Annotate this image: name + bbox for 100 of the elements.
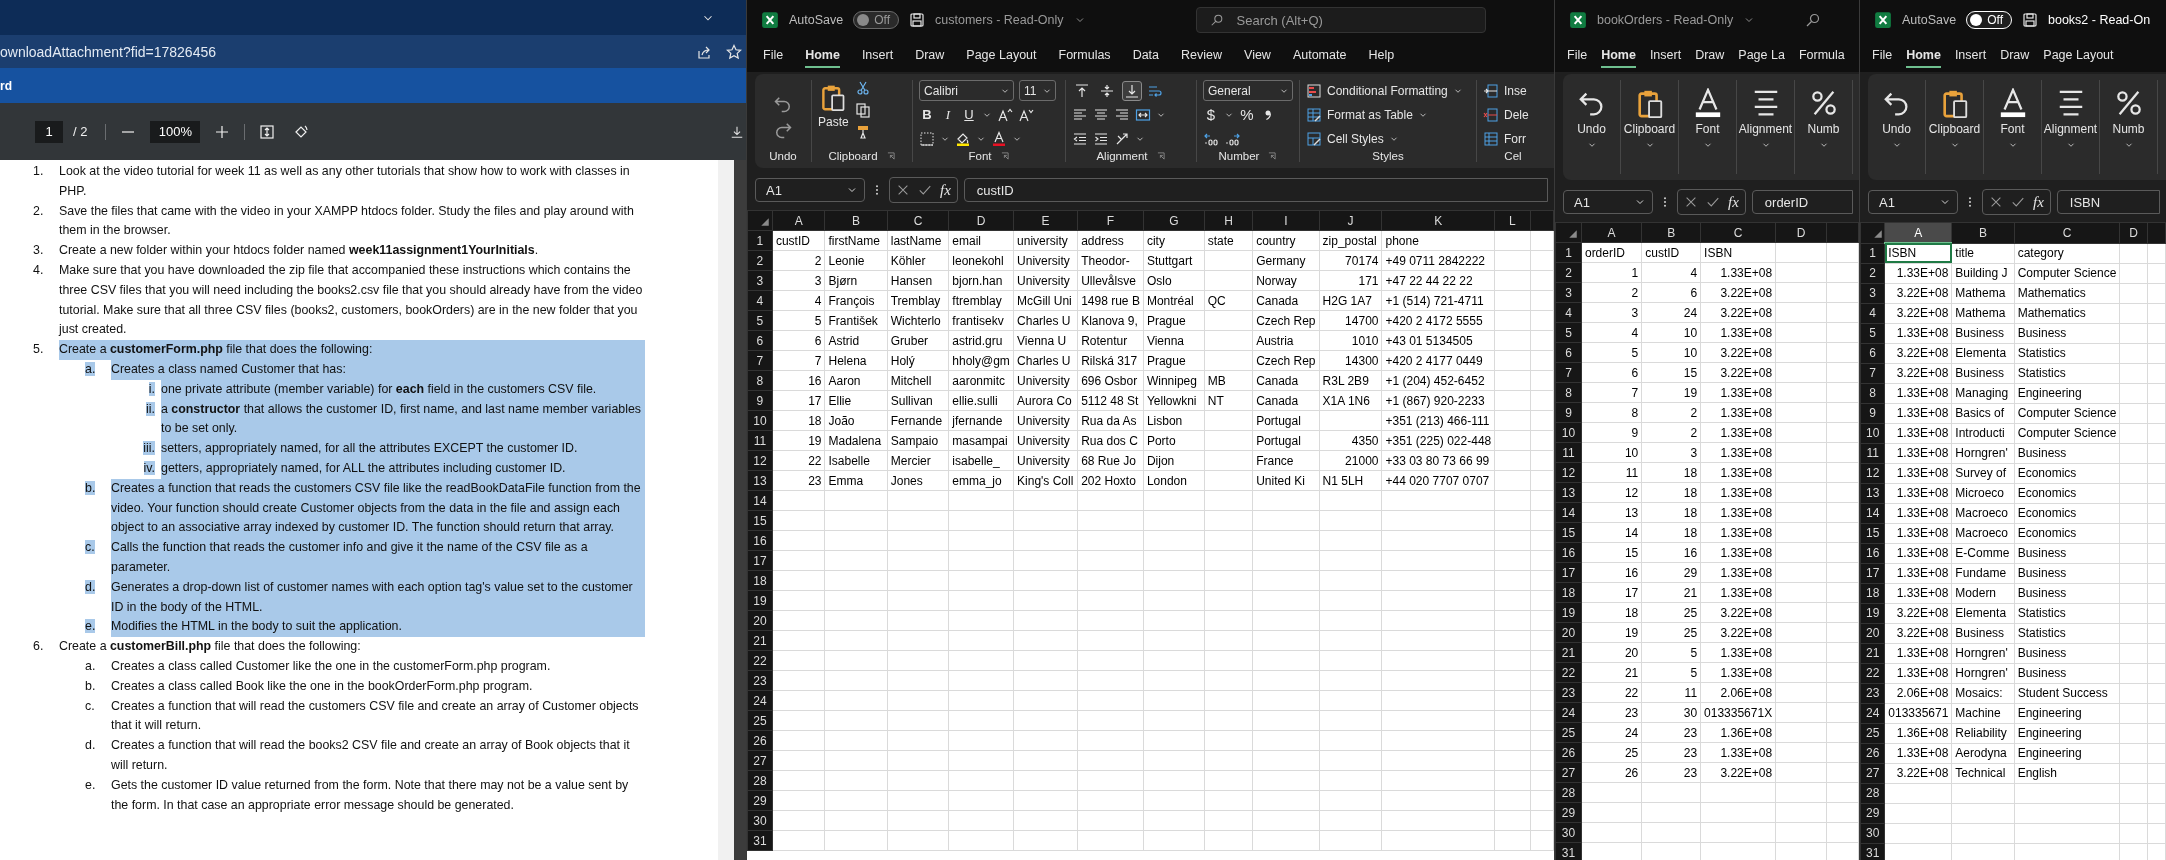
insert-function-button[interactable]: fx bbox=[1728, 193, 1739, 211]
column-header[interactable]: A bbox=[1581, 222, 1642, 243]
column-header[interactable]: A bbox=[772, 210, 825, 231]
row-header[interactable]: 29 bbox=[747, 790, 773, 811]
row-header[interactable]: 20 bbox=[1860, 623, 1885, 643]
format-cells-button[interactable]: Forr bbox=[1483, 128, 1543, 149]
row-header[interactable]: 26 bbox=[1860, 743, 1885, 763]
row-header[interactable]: 11 bbox=[1555, 442, 1582, 463]
row-header[interactable]: 10 bbox=[747, 410, 773, 431]
row-header[interactable]: 13 bbox=[1555, 482, 1582, 503]
cut-icon[interactable] bbox=[854, 80, 871, 96]
row-header[interactable]: 27 bbox=[1860, 763, 1885, 783]
row-header[interactable]: 7 bbox=[747, 350, 773, 371]
row-header[interactable]: 28 bbox=[1860, 783, 1885, 803]
bottom-align-button[interactable] bbox=[1122, 80, 1142, 101]
percent-group-button[interactable]: Numb bbox=[1795, 80, 1853, 174]
row-header[interactable]: 24 bbox=[1860, 703, 1885, 723]
menu-tab[interactable]: Home bbox=[805, 44, 840, 68]
row-header[interactable]: 24 bbox=[1555, 702, 1582, 723]
row-header[interactable]: 3 bbox=[747, 270, 773, 291]
row-header[interactable]: 22 bbox=[747, 650, 773, 671]
row-header[interactable]: 28 bbox=[747, 770, 773, 791]
row-header[interactable]: 15 bbox=[747, 510, 773, 531]
row-header[interactable]: 30 bbox=[747, 810, 773, 831]
column-header[interactable]: C bbox=[887, 210, 949, 231]
enter-icon[interactable] bbox=[1706, 195, 1720, 209]
row-header[interactable]: 9 bbox=[747, 390, 773, 411]
name-box[interactable]: A1 bbox=[755, 178, 865, 202]
cancel-icon[interactable] bbox=[896, 183, 910, 197]
row-header[interactable]: 28 bbox=[1555, 782, 1582, 803]
row-header[interactable]: 8 bbox=[1860, 383, 1885, 403]
row-header[interactable]: 29 bbox=[1860, 803, 1885, 823]
row-header[interactable]: 12 bbox=[1860, 463, 1885, 483]
row-header[interactable]: 30 bbox=[1860, 823, 1885, 843]
row-header[interactable]: 5 bbox=[747, 310, 773, 331]
row-header[interactable]: 16 bbox=[1555, 542, 1582, 563]
menu-tab[interactable]: View bbox=[1244, 44, 1271, 68]
cell-styles-button[interactable]: Cell Styles bbox=[1306, 128, 1470, 149]
row-header[interactable]: 17 bbox=[1555, 562, 1582, 583]
zoom-field[interactable]: 100% bbox=[150, 120, 201, 143]
align-left-icon[interactable] bbox=[1072, 106, 1088, 123]
menu-tab[interactable]: Insert bbox=[1649, 44, 1682, 68]
row-header[interactable]: 5 bbox=[1555, 322, 1582, 343]
save-icon[interactable] bbox=[909, 12, 925, 28]
enter-icon[interactable] bbox=[2011, 195, 2025, 209]
menu-tab[interactable]: Formulas bbox=[1058, 44, 1111, 68]
row-header[interactable]: 3 bbox=[1860, 283, 1885, 303]
font-group-button[interactable]: Font bbox=[1984, 80, 2042, 174]
page-number-field[interactable]: 1 bbox=[35, 120, 63, 143]
row-header[interactable]: 2 bbox=[1860, 263, 1885, 283]
increase-indent-icon[interactable] bbox=[1093, 130, 1109, 147]
row-header[interactable]: 25 bbox=[747, 710, 773, 731]
row-header[interactable]: 1 bbox=[1555, 242, 1582, 263]
dialog-launcher-icon[interactable] bbox=[885, 151, 896, 161]
row-header[interactable]: 6 bbox=[747, 330, 773, 351]
menu-tab[interactable]: Page Layout bbox=[966, 44, 1037, 68]
row-header[interactable]: 18 bbox=[747, 570, 773, 591]
row-header[interactable]: 12 bbox=[1555, 462, 1582, 483]
row-header[interactable]: 4 bbox=[1860, 303, 1885, 323]
column-header[interactable]: D bbox=[2119, 222, 2148, 243]
autosave-toggle[interactable]: Off bbox=[1966, 11, 2012, 29]
row-header[interactable]: 23 bbox=[1860, 683, 1885, 703]
row-header[interactable]: 18 bbox=[1555, 582, 1582, 603]
row-header[interactable]: 20 bbox=[747, 610, 773, 631]
column-header[interactable]: H bbox=[1204, 210, 1253, 231]
menu-tab[interactable]: Insert bbox=[1954, 44, 1987, 68]
currency-button[interactable]: $ bbox=[1203, 106, 1219, 123]
dialog-launcher-icon[interactable] bbox=[999, 151, 1010, 161]
menu-tab[interactable]: Review bbox=[1181, 44, 1223, 68]
row-header[interactable]: 19 bbox=[747, 590, 773, 611]
row-header[interactable]: 17 bbox=[1860, 563, 1885, 583]
insert-function-button[interactable]: fx bbox=[2033, 193, 2044, 211]
menu-tab[interactable]: Page La bbox=[1738, 44, 1785, 68]
insert-function-button[interactable]: fx bbox=[940, 181, 951, 199]
row-header[interactable]: 31 bbox=[747, 830, 773, 851]
underline-button[interactable]: U bbox=[961, 107, 977, 122]
row-header[interactable]: 1 bbox=[1860, 243, 1885, 263]
row-header[interactable]: 11 bbox=[1860, 443, 1885, 463]
menu-tab[interactable]: Home bbox=[1906, 44, 1941, 68]
row-header[interactable]: 16 bbox=[1860, 543, 1885, 563]
column-header[interactable]: A bbox=[1884, 222, 1952, 243]
font-size-dropdown[interactable]: 11 bbox=[1019, 80, 1056, 101]
menu-tab[interactable]: Page Layout bbox=[2043, 44, 2114, 68]
select-all-icon[interactable] bbox=[760, 217, 770, 227]
row-header[interactable]: 27 bbox=[747, 750, 773, 771]
star-icon[interactable] bbox=[726, 43, 742, 60]
row-header[interactable]: 19 bbox=[1860, 603, 1885, 623]
row-header[interactable]: 16 bbox=[747, 530, 773, 551]
column-header[interactable]: G bbox=[1143, 210, 1205, 231]
merge-cells-icon[interactable] bbox=[1135, 106, 1151, 123]
cancel-icon[interactable] bbox=[1684, 195, 1698, 209]
font-group-button[interactable]: Font bbox=[1679, 80, 1737, 174]
row-header[interactable]: 14 bbox=[1555, 502, 1582, 523]
row-header[interactable]: 23 bbox=[747, 670, 773, 691]
row-header[interactable]: 23 bbox=[1555, 682, 1582, 703]
row-header[interactable]: 10 bbox=[1555, 422, 1582, 443]
menu-tab[interactable]: Home bbox=[1601, 44, 1636, 68]
borders-icon[interactable] bbox=[919, 130, 935, 147]
undo-group-button[interactable]: Undo bbox=[1868, 80, 1926, 174]
row-header[interactable]: 29 bbox=[1555, 802, 1582, 823]
